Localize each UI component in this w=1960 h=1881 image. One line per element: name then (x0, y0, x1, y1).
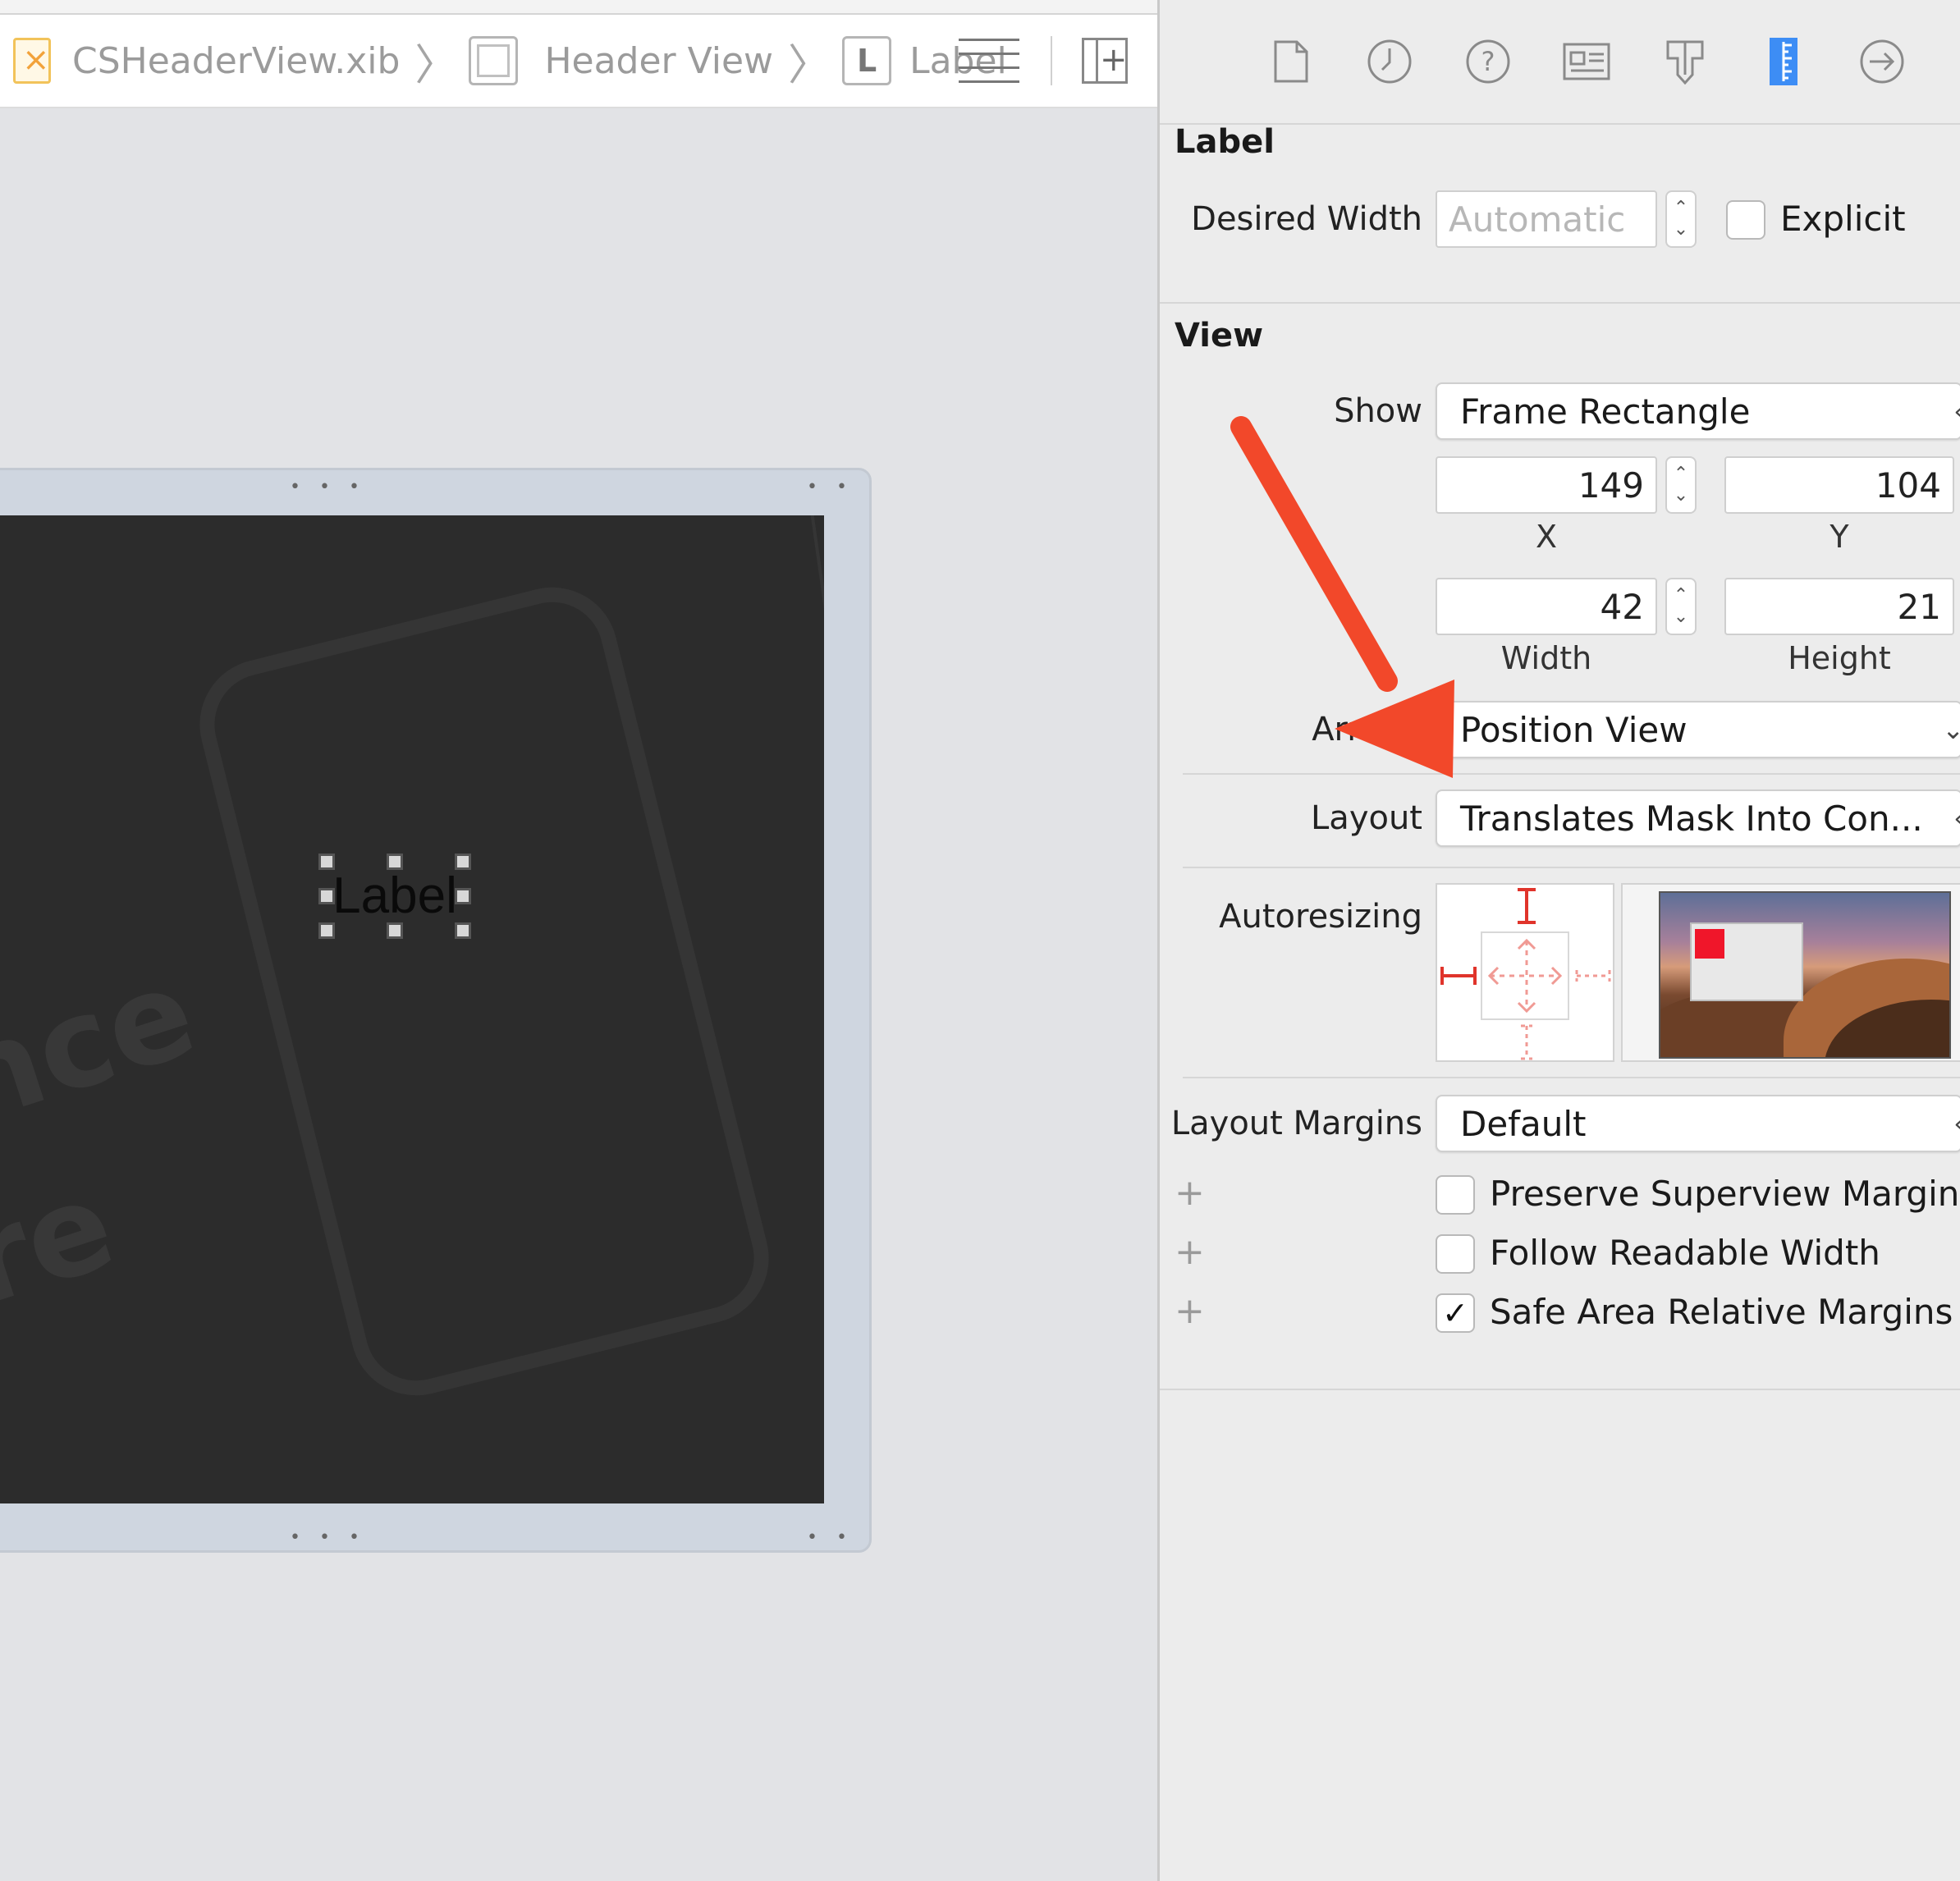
divider (1183, 867, 1960, 868)
width-label: Width (1500, 640, 1592, 676)
resize-handle-corner-bottom[interactable]: • • (807, 1529, 854, 1547)
preserve-superview-margins-label: Preserve Superview Margins (1490, 1174, 1960, 1214)
resize-handle-bottom[interactable]: • • • (290, 1529, 366, 1547)
breadcrumb-header-view[interactable]: Header View (469, 15, 773, 107)
label-section-title: Label (1175, 123, 1275, 161)
x-stepper[interactable]: ⌃ ⌄ (1665, 456, 1697, 514)
autoresizing-mask-control[interactable] (1436, 883, 1614, 1062)
follow-readable-width-checkbox[interactable] (1436, 1234, 1475, 1274)
layout-margins-label: Layout Margins (1170, 1105, 1422, 1142)
divider (1183, 773, 1960, 775)
view-section-title: View (1175, 317, 1264, 355)
file-icon[interactable] (1266, 37, 1316, 86)
jump-bar: CSHeaderView.xib 〉 Header View 〉 L Label (0, 15, 1157, 108)
xib-file-icon (13, 38, 51, 84)
desktop-preview-image (1659, 891, 1951, 1059)
size-inspector: ? Label Desired Width Automatic ⌃ ⌄ Expli… (1157, 0, 1960, 1881)
layout-margins-value: Default (1460, 1103, 1587, 1144)
show-label: Show (1334, 392, 1422, 430)
popup-chevron-icon: ⌄ (1942, 714, 1960, 745)
arrange-popup-value: Position View (1460, 709, 1688, 750)
safe-area-relative-margins-label: Safe Area Relative Margins (1490, 1292, 1953, 1332)
breadcrumb-separator-icon: 〉 (788, 40, 831, 90)
arrange-label: Arrang (1312, 711, 1422, 748)
desired-width-field[interactable]: Automatic (1436, 190, 1657, 248)
label-text: Label (332, 867, 457, 924)
layout-margins-popup[interactable]: Default ‹ (1436, 1095, 1960, 1152)
layout-popup-value: Translates Mask Into Con... (1460, 798, 1923, 839)
header-view-background[interactable]: nce re (0, 515, 824, 1503)
selection-handle[interactable] (318, 854, 335, 870)
explicit-label: Explicit (1780, 199, 1906, 239)
divider (1160, 123, 1960, 125)
selection-handle[interactable] (455, 888, 471, 904)
label-icon: L (842, 36, 892, 85)
help-icon[interactable]: ? (1463, 37, 1513, 86)
height-label: Height (1788, 640, 1891, 676)
add-variation-plus-icon[interactable]: + (1175, 1172, 1205, 1214)
desired-width-stepper[interactable]: ⌃ ⌄ (1665, 190, 1697, 248)
preview-selection (1695, 929, 1724, 959)
resize-handle-corner-top[interactable]: • • (807, 478, 854, 497)
breadcrumb-file-label: CSHeaderView.xib (72, 39, 401, 82)
popup-chevron-icon: ‹ (1953, 1108, 1960, 1139)
divider (1160, 1389, 1960, 1390)
attributes-icon[interactable] (1660, 37, 1710, 86)
selection-handle[interactable] (318, 922, 335, 939)
safe-area-relative-margins-checkbox[interactable]: ✓ (1436, 1293, 1475, 1333)
add-variation-plus-icon[interactable]: + (1175, 1231, 1205, 1273)
history-icon[interactable] (1365, 37, 1414, 86)
divider (1160, 302, 1960, 304)
breadcrumb-file[interactable]: CSHeaderView.xib (0, 15, 400, 107)
window-top-edge (0, 0, 1157, 15)
size-icon[interactable] (1759, 37, 1808, 86)
autoresizing-preview (1621, 883, 1960, 1062)
desired-width-label: Desired Width (1191, 200, 1422, 238)
arrange-popup[interactable]: Position View ⌄ (1436, 701, 1960, 758)
identity-icon[interactable] (1562, 37, 1611, 86)
show-popup-value: Frame Rectangle (1460, 391, 1751, 432)
selection-handle[interactable] (455, 922, 471, 939)
width-stepper[interactable]: ⌃ ⌄ (1665, 578, 1697, 635)
layout-popup[interactable]: Translates Mask Into Con... ‹ (1436, 789, 1960, 847)
y-field[interactable]: 104 (1724, 456, 1954, 514)
layout-label: Layout (1311, 799, 1422, 837)
add-editor-icon[interactable] (1082, 37, 1128, 84)
autoresizing-label: Autoresizing (1219, 898, 1422, 936)
selected-label[interactable]: Label (318, 854, 471, 939)
height-field[interactable]: 21 (1724, 578, 1954, 635)
explicit-checkbox[interactable] (1726, 200, 1765, 240)
show-popup[interactable]: Frame Rectangle ‹ (1436, 382, 1960, 440)
breadcrumb-view-label: Header View (544, 39, 774, 82)
selection-handle[interactable] (387, 854, 403, 870)
svg-text:?: ? (1481, 46, 1495, 77)
selection-handle[interactable] (387, 922, 403, 939)
selection-handle[interactable] (318, 888, 335, 904)
add-variation-plus-icon[interactable]: + (1175, 1290, 1205, 1332)
follow-readable-width-label: Follow Readable Width (1490, 1233, 1880, 1273)
width-field[interactable]: 42 (1436, 578, 1657, 635)
y-label: Y (1829, 519, 1849, 555)
inspector-tab-bar: ? (1160, 0, 1960, 123)
selection-handle[interactable] (455, 854, 471, 870)
document-items-icon[interactable] (959, 39, 1019, 83)
view-icon (469, 36, 519, 85)
popup-chevron-icon: ‹ (1953, 396, 1960, 427)
toolbar-separator (1051, 36, 1052, 85)
preserve-superview-margins-checkbox[interactable] (1436, 1175, 1475, 1215)
x-label: X (1535, 519, 1558, 555)
resize-handle-top[interactable]: • • • (290, 478, 366, 497)
connections-icon[interactable] (1857, 37, 1907, 86)
popup-chevron-icon: ‹ (1953, 803, 1960, 834)
divider (1183, 1077, 1960, 1078)
x-field[interactable]: 149 (1436, 456, 1657, 514)
breadcrumb-separator-icon: 〉 (414, 40, 458, 90)
preview-window (1690, 922, 1803, 1001)
